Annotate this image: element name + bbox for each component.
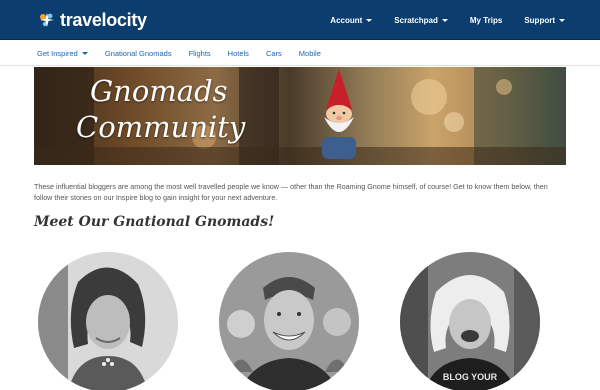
subnav-gnational-gnomads-label: Gnational Gnomads: [104, 48, 172, 58]
account-nav: Account Scratchpad My Trips Support: [308, 0, 565, 40]
nav-my-trips[interactable]: My Trips: [470, 16, 502, 25]
shirt-text: BLOG YOUR: [443, 372, 498, 382]
travelocity-logo[interactable]: travelocity: [37, 9, 147, 31]
blogger-photo-man: [219, 252, 359, 390]
subnav-hotels-label: Hotels: [227, 48, 249, 58]
subnav-flights-label: Flights: [188, 48, 211, 58]
chevron-down-icon: [441, 18, 448, 22]
gnome-figure: [322, 69, 356, 159]
chevron-down-icon: [559, 18, 565, 22]
nav-scratchpad-label: Scratchpad: [394, 15, 438, 25]
blogger-portrait-2[interactable]: [219, 252, 359, 390]
blogger-photo-woman: [38, 252, 178, 390]
nav-account-label: Account: [330, 15, 363, 25]
hero-title-line-1: Gnomads: [90, 74, 228, 108]
intro-paragraph: These influential bloggers are among the…: [34, 182, 548, 202]
section-heading: Meet Our Gnational Gnomads!: [34, 214, 275, 230]
hero-banner: Gnomads Community: [34, 67, 566, 165]
nav-support-label: Support: [524, 15, 555, 25]
logo-star-icon: [40, 13, 54, 27]
blogger-portrait-1[interactable]: [38, 252, 178, 390]
secondary-nav: Get Inspired Gnational Gnomads Flights H…: [0, 40, 600, 66]
hero-title: Gnomads Community: [76, 73, 245, 145]
nav-scratchpad[interactable]: Scratchpad: [394, 16, 448, 25]
blogger-photo-blonde-woman: BLOG YOUR: [400, 252, 540, 390]
subnav-hotels[interactable]: Hotels: [228, 49, 249, 58]
chevron-down-icon: [366, 18, 373, 22]
hero-title-line-2: Community: [76, 110, 246, 144]
subnav-get-inspired[interactable]: Get Inspired: [37, 49, 88, 58]
top-header: travelocity Account Scratchpad My Trips …: [0, 0, 600, 40]
subnav-flights[interactable]: Flights: [189, 49, 211, 58]
chevron-down-icon: [81, 51, 88, 55]
subnav-cars-label: Cars: [265, 48, 282, 58]
nav-my-trips-label: My Trips: [469, 15, 503, 25]
subnav-mobile-label: Mobile: [298, 48, 321, 58]
nav-account[interactable]: Account: [330, 15, 373, 25]
blogger-portrait-3[interactable]: BLOG YOUR: [400, 252, 540, 390]
nav-support[interactable]: Support: [524, 16, 565, 25]
subnav-gnational-gnomads[interactable]: Gnational Gnomads: [105, 49, 172, 58]
subnav-get-inspired-label: Get Inspired: [37, 48, 78, 58]
subnav-mobile[interactable]: Mobile: [299, 49, 321, 58]
subnav-cars[interactable]: Cars: [266, 49, 282, 58]
logo-text: travelocity: [60, 9, 147, 30]
